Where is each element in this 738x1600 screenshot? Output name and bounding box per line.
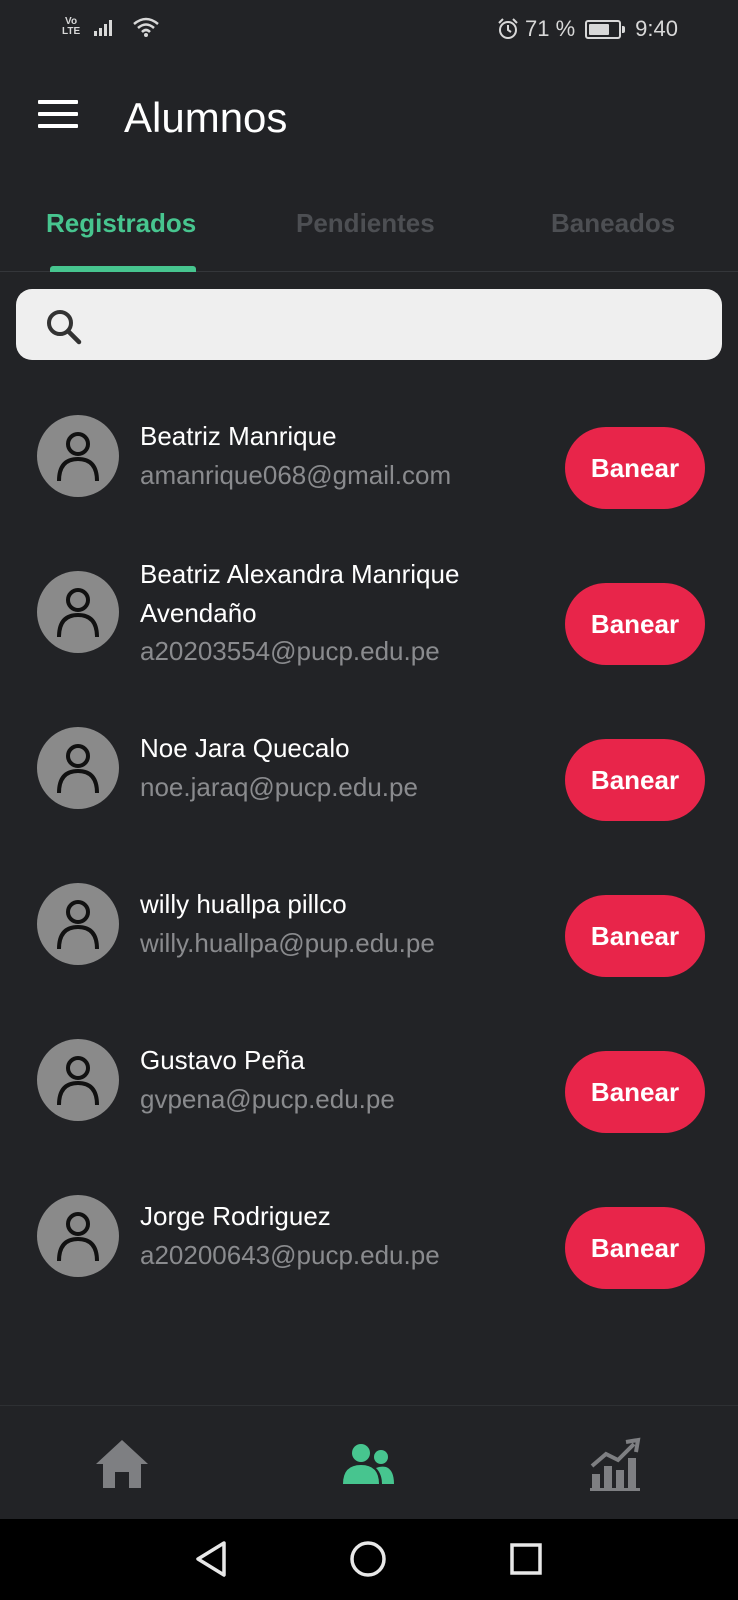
home-circle-icon: [350, 1541, 386, 1577]
list-item: Jorge Rodriguez a20200643@pucp.edu.pe Ba…: [0, 1179, 738, 1319]
nav-stats[interactable]: [588, 1436, 648, 1492]
student-name: Noe Jara Quecalo: [140, 733, 350, 763]
list-item: Beatriz Alexandra Manrique Avendaño a202…: [0, 555, 738, 695]
clock: 9:40: [635, 16, 678, 41]
app-bar: Alumnos: [0, 58, 738, 178]
ban-button[interactable]: Banear: [565, 427, 705, 509]
person-icon: [57, 432, 99, 482]
person-icon: [57, 1212, 99, 1262]
chart-icon: [590, 1437, 641, 1491]
tab-bar: Registrados Pendientes Baneados: [0, 190, 738, 272]
system-navigation-bar: [0, 1519, 738, 1600]
list-item: Gustavo Peña gvpena@pucp.edu.pe Banear: [0, 1023, 738, 1163]
list-item: Noe Jara Quecalo noe.jaraq@pucp.edu.pe B…: [0, 711, 738, 851]
menu-icon[interactable]: [38, 100, 78, 130]
nav-students[interactable]: [340, 1436, 400, 1492]
volte-icon: Vo LTE: [62, 16, 81, 37]
tab-registrados[interactable]: Registrados: [46, 208, 196, 239]
page-title: Alumnos: [124, 94, 288, 141]
search-bar[interactable]: [16, 289, 722, 360]
avatar: [37, 727, 119, 809]
student-email: noe.jaraq@pucp.edu.pe: [140, 772, 418, 802]
person-icon: [57, 900, 99, 950]
nav-home[interactable]: [94, 1436, 154, 1492]
person-icon: [57, 588, 99, 638]
student-email: willy.huallpa@pup.edu.pe: [140, 928, 435, 958]
person-icon: [57, 744, 99, 794]
student-email: a20200643@pucp.edu.pe: [140, 1240, 440, 1270]
avatar: [37, 571, 119, 653]
avatar: [37, 1039, 119, 1121]
student-email: a20203554@pucp.edu.pe: [140, 636, 440, 666]
users-icon: [343, 1444, 394, 1484]
back-button[interactable]: [192, 1539, 232, 1579]
avatar: [37, 883, 119, 965]
person-icon: [57, 1056, 99, 1106]
avatar: [37, 415, 119, 497]
alarm-icon: [498, 18, 518, 39]
battery-fill: [589, 23, 610, 35]
ban-button[interactable]: Banear: [565, 1051, 705, 1133]
tab-pendientes[interactable]: Pendientes: [296, 208, 435, 239]
search-icon: [47, 310, 82, 345]
list-item: Beatriz Manrique amanrique068@gmail.com …: [0, 399, 738, 539]
battery-icon: [585, 19, 626, 39]
ban-button[interactable]: Banear: [565, 739, 705, 821]
student-name: willy huallpa pillco: [140, 889, 347, 919]
signal-icon: [94, 20, 113, 36]
ban-button[interactable]: Banear: [565, 1207, 705, 1289]
list-item: willy huallpa pillco willy.huallpa@pup.e…: [0, 867, 738, 1007]
home-button[interactable]: [348, 1539, 388, 1579]
home-icon: [96, 1440, 148, 1488]
wifi-icon: [133, 17, 159, 37]
avatar: [37, 1195, 119, 1277]
search-input[interactable]: [106, 301, 696, 347]
battery-percentage: 71 %: [525, 16, 576, 41]
tab-baneados[interactable]: Baneados: [551, 208, 675, 239]
tab-indicator: [50, 266, 196, 272]
ban-button[interactable]: Banear: [565, 895, 705, 977]
student-email: gvpena@pucp.edu.pe: [140, 1084, 395, 1114]
ban-button[interactable]: Banear: [565, 583, 705, 665]
recents-button[interactable]: [506, 1539, 546, 1579]
student-name: Jorge Rodriguez: [140, 1201, 331, 1231]
student-email: amanrique068@gmail.com: [140, 460, 452, 490]
back-triangle-icon: [196, 1541, 226, 1577]
recents-square-icon: [510, 1543, 542, 1575]
status-bar: Vo LTE 71 % 9:40: [0, 0, 738, 58]
student-name: Beatriz Alexandra Manrique Avendaño: [140, 559, 460, 628]
bottom-navigation: [0, 1405, 738, 1519]
student-name: Beatriz Manrique: [140, 421, 337, 451]
student-name: Gustavo Peña: [140, 1045, 305, 1075]
